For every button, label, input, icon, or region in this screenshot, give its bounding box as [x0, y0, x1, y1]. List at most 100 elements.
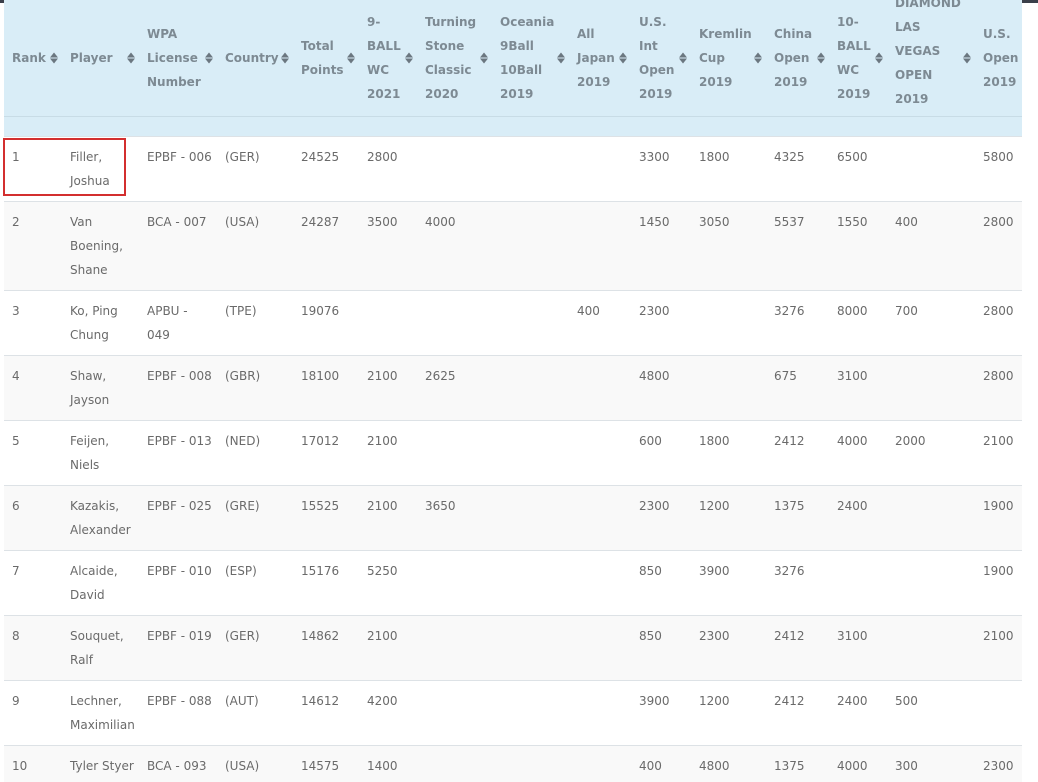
cell-china-open-2019: 3276: [766, 289, 829, 355]
header-all-japan-2019[interactable]: All Japan 2019: [569, 0, 631, 116]
cell-china-open-2019: 2412: [766, 419, 829, 485]
cell-kremlin-cup-2019: 1200: [691, 679, 766, 745]
cell-player: Shaw, Jayson: [62, 354, 139, 420]
cell-turning-stone-2020: [417, 549, 492, 615]
header-us-open-2019[interactable]: U.S. Open 2019: [975, 0, 1022, 116]
cell-las-vegas-open-2019: 500: [887, 679, 975, 745]
cell-kremlin-cup-2019: 1800: [691, 135, 766, 201]
sort-both-icon[interactable]: [619, 52, 627, 64]
sort-both-icon[interactable]: [875, 52, 883, 64]
cell-us-open-2019: 5800: [975, 135, 1022, 201]
header-license[interactable]: WPA License Number: [139, 0, 217, 116]
cell-10-ball-wc-2019: 2400: [829, 484, 887, 550]
cell-kremlin-cup-2019: 4800: [691, 744, 766, 782]
table-row[interactable]: 1 Filler, Joshua EPBF - 006 (GER) 24525 2800 3…: [4, 135, 1022, 201]
cell-rank: 2: [4, 200, 62, 290]
header-oceania-2019[interactable]: Oceania 9Ball 10Ball 2019: [492, 0, 569, 116]
cell-rank: 8: [4, 614, 62, 680]
cell-10-ball-wc-2019: 3100: [829, 614, 887, 680]
header-country[interactable]: Country: [217, 0, 293, 116]
header-9-ball-wc-2021[interactable]: 9-BALL WC 2021: [359, 0, 417, 116]
cell-las-vegas-open-2019: 700: [887, 289, 975, 355]
header-player[interactable]: Player: [62, 0, 139, 116]
cell-las-vegas-open-2019: [887, 354, 975, 420]
header-rank[interactable]: Rank: [4, 0, 62, 116]
table-row[interactable]: 8 Souquet, Ralf EPBF - 019 (GER) 14862 2100 85…: [4, 614, 1022, 680]
sort-both-icon[interactable]: [50, 52, 58, 64]
cell-license: EPBF - 019: [139, 614, 217, 680]
sort-both-icon[interactable]: [679, 52, 687, 64]
rankings-table: Rank Player WPA License Number Country Total…: [4, 0, 1022, 782]
header-10-ball-wc-2019[interactable]: 10-BALL WC 2019: [829, 0, 887, 116]
cell-rank: 3: [4, 289, 62, 355]
cell-us-open-2019: 1900: [975, 484, 1022, 550]
cell-10-ball-wc-2019: 6500: [829, 135, 887, 201]
table-row[interactable]: 2 Van Boening, Shane BCA - 007 (USA) 24287 35…: [4, 200, 1022, 290]
header-us-int-open-2019[interactable]: U.S. Int Open 2019: [631, 0, 691, 116]
cell-9-ball-wc-2021: 2100: [359, 484, 417, 550]
cell-all-japan-2019: [569, 135, 631, 201]
cell-oceania-2019: [492, 744, 569, 782]
sort-both-icon[interactable]: [281, 52, 289, 64]
sort-both-icon[interactable]: [480, 52, 488, 64]
sort-both-icon[interactable]: [557, 52, 565, 64]
cell-rank: 5: [4, 419, 62, 485]
header-china-open-2019[interactable]: China Open 2019: [766, 0, 829, 116]
cell-turning-stone-2020: [417, 135, 492, 201]
cell-turning-stone-2020: 4000: [417, 200, 492, 290]
header-label: Country: [225, 50, 279, 65]
cell-kremlin-cup-2019: 3050: [691, 200, 766, 290]
table-row[interactable]: 9 Lechner, Maximilian EPBF - 088 (AUT) 14612…: [4, 679, 1022, 745]
cell-total-points: 15525: [293, 484, 359, 550]
cell-10-ball-wc-2019: 2400: [829, 679, 887, 745]
cell-kremlin-cup-2019: 3900: [691, 549, 766, 615]
table-row[interactable]: 7 Alcaide, David EPBF - 010 (ESP) 15176 5250 8…: [4, 549, 1022, 615]
table-row[interactable]: 4 Shaw, Jayson EPBF - 008 (GBR) 18100 2100 262…: [4, 354, 1022, 420]
sort-both-icon[interactable]: [754, 52, 762, 64]
sort-both-icon[interactable]: [205, 52, 213, 64]
cell-oceania-2019: [492, 354, 569, 420]
sort-both-icon[interactable]: [127, 52, 135, 64]
table-row[interactable]: 10 Tyler Styer BCA - 093 (USA) 14575 1400 400 4…: [4, 744, 1022, 782]
sort-both-icon[interactable]: [817, 52, 825, 64]
header-label: U.S. Open 2019: [983, 26, 1019, 89]
cell-us-int-open-2019: 2300: [631, 484, 691, 550]
cell-china-open-2019: 2412: [766, 614, 829, 680]
cell-kremlin-cup-2019: 1800: [691, 419, 766, 485]
cell-total-points: 19076: [293, 289, 359, 355]
cell-china-open-2019: 1375: [766, 744, 829, 782]
cell-total-points: 18100: [293, 354, 359, 420]
rankings-table-container[interactable]: Rank Player WPA License Number Country Total…: [4, 0, 1022, 782]
cell-us-int-open-2019: 600: [631, 419, 691, 485]
header-turning-stone-2020[interactable]: Turning Stone Classic 2020: [417, 0, 492, 116]
sort-both-icon[interactable]: [963, 52, 971, 64]
sort-both-icon[interactable]: [405, 52, 413, 64]
cell-us-open-2019: 2800: [975, 289, 1022, 355]
cell-us-int-open-2019: 1450: [631, 200, 691, 290]
header-las-vegas-open-2019[interactable]: DIAMOND LAS VEGAS OPEN 2019: [887, 0, 975, 116]
cell-oceania-2019: [492, 200, 569, 290]
cell-license: EPBF - 008: [139, 354, 217, 420]
cell-us-int-open-2019: 3900: [631, 679, 691, 745]
cell-player: Kazakis, Alexander: [62, 484, 139, 550]
table-row[interactable]: 6 Kazakis, Alexander EPBF - 025 (GRE) 15525 2…: [4, 484, 1022, 550]
cell-10-ball-wc-2019: 8000: [829, 289, 887, 355]
cell-player: Van Boening, Shane: [62, 200, 139, 290]
cell-country: (GBR): [217, 354, 293, 420]
header-kremlin-cup-2019[interactable]: Kremlin Cup 2019: [691, 0, 766, 116]
cell-china-open-2019: 5537: [766, 200, 829, 290]
cell-9-ball-wc-2021: 3500: [359, 200, 417, 290]
cell-us-open-2019: 2800: [975, 354, 1022, 420]
cell-all-japan-2019: [569, 614, 631, 680]
cell-country: (USA): [217, 744, 293, 782]
header-total-points[interactable]: Total Points: [293, 0, 359, 116]
cell-kremlin-cup-2019: [691, 354, 766, 420]
cell-total-points: 17012: [293, 419, 359, 485]
cell-license: BCA - 007: [139, 200, 217, 290]
table-row[interactable]: 5 Feijen, Niels EPBF - 013 (NED) 17012 2100 60…: [4, 419, 1022, 485]
table-row[interactable]: 3 Ko, Ping Chung APBU - 049 (TPE) 19076 400 23…: [4, 289, 1022, 355]
cell-9-ball-wc-2021: 2100: [359, 354, 417, 420]
cell-10-ball-wc-2019: 4000: [829, 419, 887, 485]
sort-both-icon[interactable]: [347, 52, 355, 64]
cell-us-int-open-2019: 3300: [631, 135, 691, 201]
